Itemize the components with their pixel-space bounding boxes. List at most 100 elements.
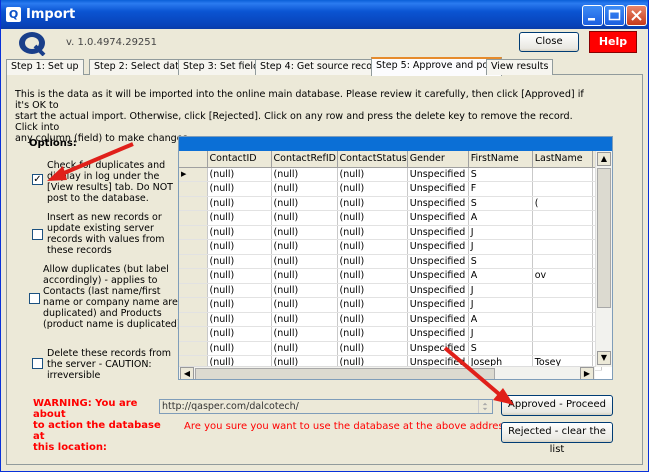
table-cell[interactable]: (null) [207,297,272,313]
table-cell[interactable] [532,341,593,356]
table-cell[interactable]: (null) [271,283,338,298]
check-duplicates-checkbox[interactable]: ✓ [32,174,43,185]
table-cell[interactable]: (null) [207,196,272,211]
table-cell[interactable]: S [468,341,533,356]
table-cell[interactable]: (null) [207,341,272,356]
table-cell[interactable]: (null) [207,254,272,269]
table-cell[interactable]: (null) [271,210,338,226]
table-cell[interactable]: J [468,297,533,313]
table-cell[interactable] [532,181,593,197]
tab-view-results[interactable]: View results [486,59,554,75]
table-row[interactable]: (null)(null)(null)UnspecifiedJ( [179,225,602,240]
row-header[interactable] [179,196,208,211]
table-cell[interactable]: (null) [337,297,408,313]
minimize-button[interactable] [582,5,603,26]
table-row[interactable]: (null)(null)(null)UnspecifiedAS [179,312,602,327]
table-cell[interactable]: J [468,326,533,342]
row-header[interactable] [179,297,208,313]
table-cell[interactable]: (null) [337,326,408,342]
row-header[interactable] [179,326,208,342]
url-spinner-icon[interactable] [478,400,491,413]
records-table[interactable]: ContactID ContactRefID ContactStatus Gen… [179,151,602,371]
table-cell[interactable] [532,326,593,342]
table-row[interactable]: (null)(null)(null)UnspecifiedJ( [179,283,602,298]
insert-update-checkbox[interactable] [32,229,43,240]
table-cell[interactable]: Unspecified [407,196,469,211]
table-cell[interactable] [532,210,593,226]
row-header[interactable] [179,210,208,226]
table-cell[interactable]: (null) [271,225,338,240]
table-cell[interactable]: (null) [207,225,272,240]
scroll-down-button[interactable]: ▼ [597,351,611,365]
horizontal-scrollbar[interactable]: ◀ ▶ [179,366,595,379]
table-cell[interactable]: (null) [207,283,272,298]
table-cell[interactable]: A [468,312,533,327]
table-row[interactable]: (null)(null)(null)UnspecifiedJ( [179,326,602,342]
table-cell[interactable]: (null) [271,167,338,182]
table-cell[interactable]: ( [532,196,593,211]
table-row[interactable]: (null)(null)(null)UnspecifiedF1 [179,181,602,197]
row-header[interactable] [179,239,208,255]
table-cell[interactable]: Unspecified [407,326,469,342]
table-cell[interactable]: Unspecified [407,254,469,269]
table-cell[interactable]: (null) [271,312,338,327]
table-cell[interactable]: (null) [271,297,338,313]
title-bar[interactable]: Q Import [1,0,648,29]
maximize-button[interactable] [604,5,625,26]
table-cell[interactable]: S [468,254,533,269]
table-cell[interactable]: (null) [271,341,338,356]
row-header[interactable] [179,268,208,284]
table-cell[interactable]: (null) [271,254,338,269]
table-cell[interactable]: (null) [271,268,338,284]
tab-setup[interactable]: Step 1: Set up [6,59,84,75]
table-cell[interactable]: S [468,196,533,211]
table-row[interactable]: (null)(null)(null)UnspecifiedS( [179,341,602,356]
tab-select-data[interactable]: Step 2: Select data [89,59,190,75]
scroll-right-button[interactable]: ▶ [580,367,594,379]
table-cell[interactable] [532,254,593,269]
table-row[interactable]: (null)(null)(null)UnspecifiedJ( [179,297,602,313]
table-cell[interactable]: Unspecified [407,225,469,240]
tab-approve-and-post[interactable]: Step 5: Approve and post [371,57,502,76]
table-cell[interactable]: (null) [271,196,338,211]
table-cell[interactable]: (null) [337,312,408,327]
row-header[interactable] [179,283,208,298]
close-button[interactable]: Close [519,32,579,52]
close-window-button[interactable] [626,5,647,26]
column-header-firstname[interactable]: FirstName [468,151,533,168]
table-cell[interactable]: (null) [271,181,338,197]
table-cell[interactable] [532,312,593,327]
table-cell[interactable] [532,297,593,313]
database-url-field[interactable]: http://qasper.com/dalcotech/ [159,399,493,414]
column-header-gender[interactable]: Gender [407,151,469,168]
table-cell[interactable]: (null) [337,225,408,240]
table-cell[interactable]: (null) [337,341,408,356]
table-cell[interactable]: (null) [337,239,408,255]
table-cell[interactable]: (null) [207,268,272,284]
table-cell[interactable]: S [468,167,533,182]
rejected-clear-button[interactable]: Rejected - clear the list [501,422,613,455]
table-cell[interactable]: Unspecified [407,239,469,255]
column-header-contactrefid[interactable]: ContactRefID [271,151,338,168]
table-cell[interactable]: Unspecified [407,181,469,197]
table-row[interactable]: (null)(null)(null)UnspecifiedA( [179,210,602,226]
scroll-left-button[interactable]: ◀ [180,367,194,379]
help-button[interactable]: Help [589,31,637,53]
table-cell[interactable] [532,225,593,240]
table-cell[interactable]: J [468,225,533,240]
table-row[interactable]: (null)(null)(null)UnspecifiedJ( [179,239,602,255]
column-header-contactid[interactable]: ContactID [207,151,272,168]
table-cell[interactable]: (null) [337,283,408,298]
table-row[interactable]: (null)(null)(null)UnspecifiedAov( [179,268,602,284]
horizontal-scroll-thumb[interactable] [195,368,495,379]
scroll-up-button[interactable]: ▲ [597,152,611,166]
table-cell[interactable]: Unspecified [407,268,469,284]
table-cell[interactable]: Unspecified [407,341,469,356]
table-cell[interactable]: F [468,181,533,197]
table-cell[interactable]: (null) [271,326,338,342]
table-cell[interactable]: A [468,210,533,226]
table-row[interactable]: (null)(null)(null)UnspecifiedS(( [179,196,602,211]
delete-records-checkbox[interactable] [32,358,43,369]
table-cell[interactable]: (null) [207,326,272,342]
table-row[interactable]: ▶(null)(null)(null)UnspecifiedS( [179,167,602,182]
